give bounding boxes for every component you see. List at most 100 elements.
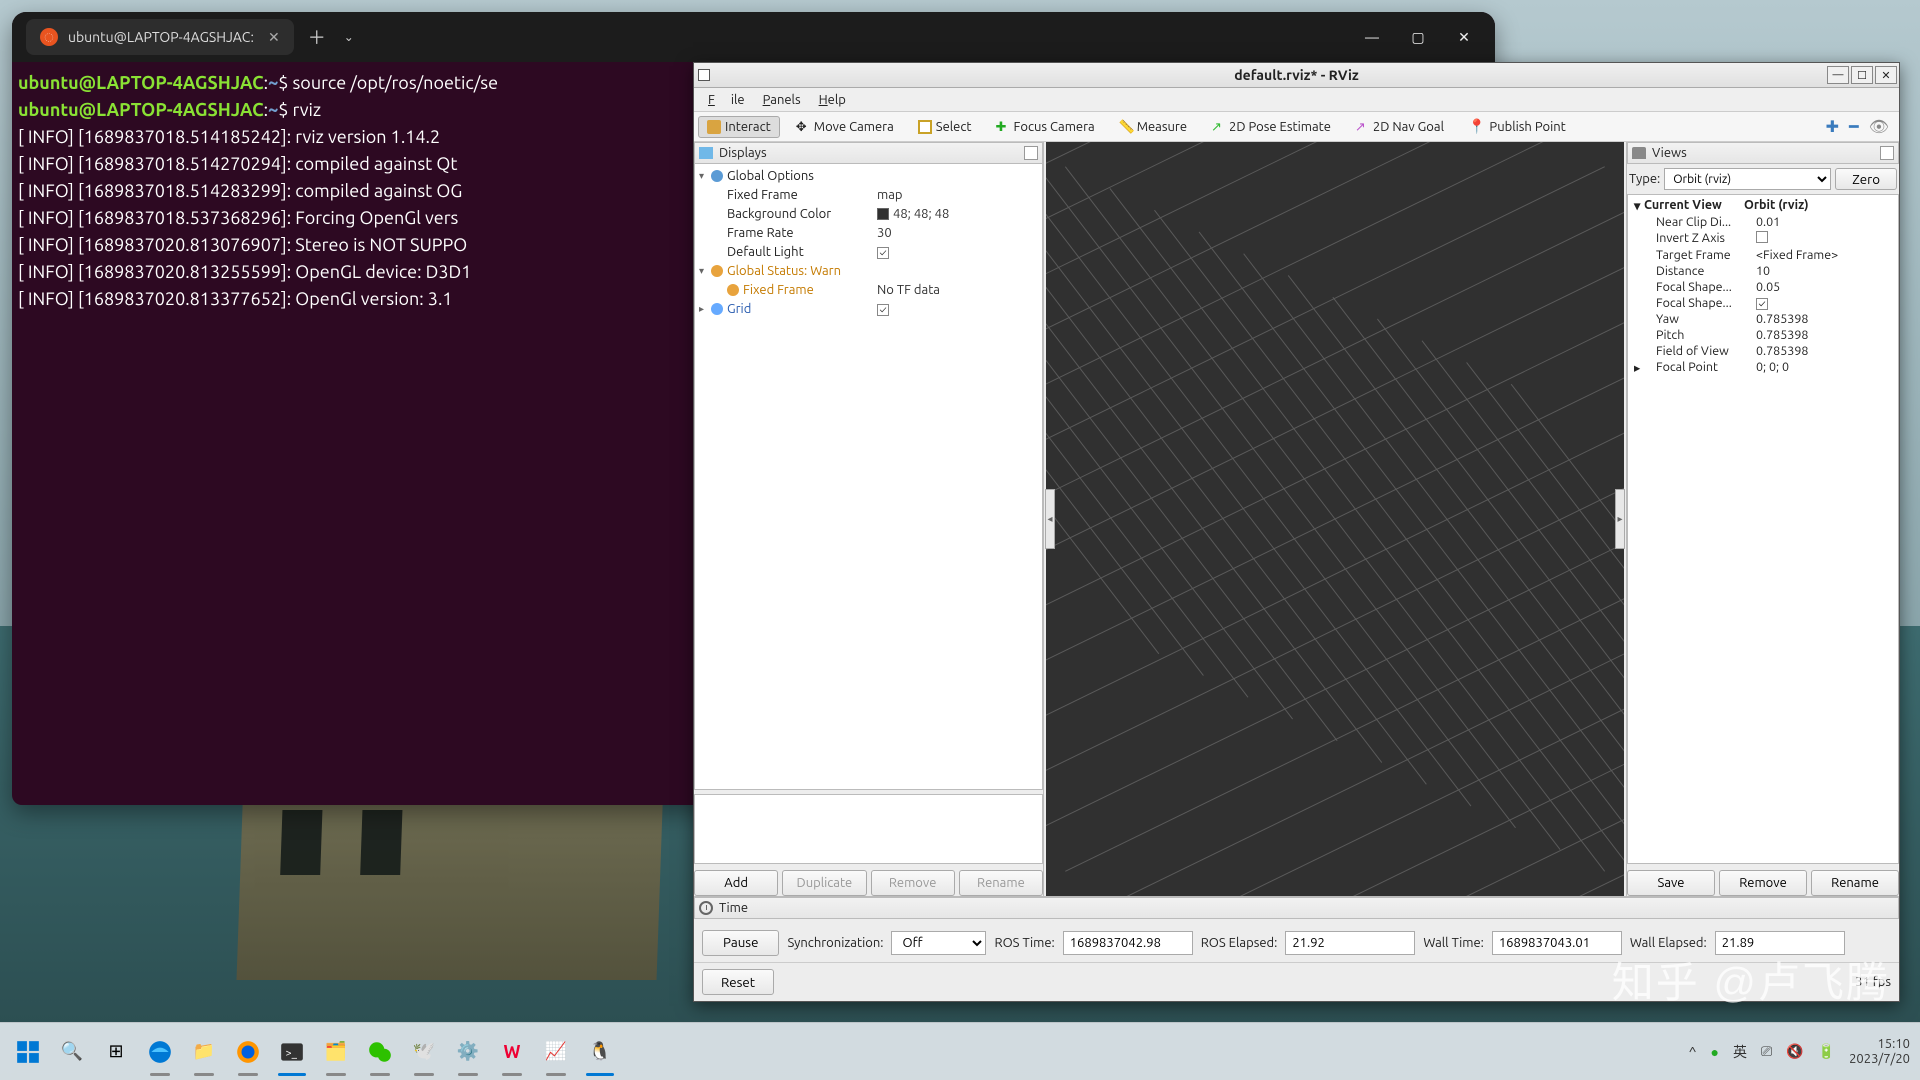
ros-time-field[interactable] (1063, 931, 1193, 955)
rviz-titlebar[interactable]: default.rviz* - RViz — ☐ ✕ (694, 63, 1899, 88)
wall-time-label: Wall Time: (1423, 936, 1484, 950)
collapse-left-icon[interactable]: ◂ (1045, 489, 1055, 549)
tool-select[interactable]: Select (910, 117, 980, 137)
tab-dropdown-icon[interactable]: ⌄ (344, 30, 354, 44)
explorer-icon[interactable]: 📁 (186, 1034, 222, 1070)
remove-button[interactable]: Remove (871, 870, 955, 896)
displays-icon (699, 147, 713, 159)
time-header[interactable]: Time (694, 897, 1899, 919)
views-float-icon[interactable] (1880, 146, 1894, 160)
svg-text:>_: >_ (286, 1047, 298, 1059)
tool-move-camera[interactable]: ✥Move Camera (788, 117, 902, 137)
collapse-right-icon[interactable]: ▸ (1615, 489, 1625, 549)
interact-icon (707, 120, 721, 134)
view-type-select[interactable]: Orbit (rviz) (1664, 168, 1831, 190)
terminal-icon[interactable]: >_ (274, 1034, 310, 1070)
reset-button[interactable]: Reset (702, 969, 774, 995)
new-tab-button[interactable]: ＋ (308, 24, 326, 50)
warn-icon (711, 265, 723, 277)
app-icon-1[interactable]: 🗂️ (318, 1034, 354, 1070)
rviz-toolbar: Interact ✥Move Camera Select ✚Focus Came… (694, 112, 1899, 142)
terminal-tab[interactable]: ◌ ubuntu@LAPTOP-4AGSHJAC: ✕ (26, 19, 294, 55)
minimize-icon[interactable]: — (1363, 29, 1381, 46)
save-button[interactable]: Save (1627, 870, 1715, 896)
terminal-titlebar[interactable]: ◌ ubuntu@LAPTOP-4AGSHJAC: ✕ ＋ ⌄ — ▢ ✕ (12, 12, 1495, 62)
focus-icon: ✚ (996, 120, 1010, 134)
rename-view-button[interactable]: Rename (1811, 870, 1899, 896)
firefox-icon[interactable] (230, 1034, 266, 1070)
tool-2d-nav-goal[interactable]: ↗2D Nav Goal (1347, 117, 1452, 137)
battery-icon[interactable]: 🔋 (1818, 1043, 1835, 1060)
wall-elapsed-label: Wall Elapsed: (1630, 936, 1707, 950)
rviz-app-icon (698, 69, 710, 81)
taskbar-clock[interactable]: 15:10 2023/7/20 (1849, 1037, 1910, 1067)
zero-button[interactable]: Zero (1835, 168, 1897, 190)
move-icon: ✥ (796, 120, 810, 134)
display-description (694, 794, 1043, 864)
minimize-icon[interactable]: — (1827, 66, 1849, 84)
displays-header[interactable]: Displays (694, 142, 1043, 164)
displays-float-icon[interactable] (1024, 146, 1038, 160)
pause-button[interactable]: Pause (702, 930, 779, 956)
displays-panel: Displays ▾Global Options Fixed Framemap … (694, 142, 1044, 896)
tool-interact[interactable]: Interact (698, 116, 780, 138)
select-icon (918, 120, 932, 134)
view-type-label: Type: (1629, 172, 1660, 186)
search-icon[interactable]: 🔍 (54, 1034, 90, 1070)
settings-icon[interactable]: ⚙️ (450, 1034, 486, 1070)
volume-icon[interactable]: 🔇 (1786, 1043, 1803, 1060)
rviz-menubar: File Panels Help (694, 88, 1899, 112)
edge-icon[interactable] (142, 1034, 178, 1070)
nav-icon: ↗ (1355, 120, 1369, 134)
views-header[interactable]: Views (1627, 142, 1899, 164)
views-panel: Views Type: Orbit (rviz) Zero ▾Current V… (1626, 142, 1899, 896)
wall-time-field[interactable] (1492, 931, 1622, 955)
duplicate-button[interactable]: Duplicate (782, 870, 866, 896)
app-icon-2[interactable]: 🕊️ (406, 1034, 442, 1070)
windows-taskbar[interactable]: 🔍 ⊞ 📁 >_ 🗂️ 🕊️ ⚙️ W 📈 🐧 ^ ● 英 ⎚ 🔇 🔋 15:1… (0, 1022, 1920, 1080)
tool-measure[interactable]: 📏Measure (1111, 117, 1195, 137)
sync-select[interactable]: Off (891, 931, 986, 955)
start-button[interactable] (10, 1034, 46, 1070)
views-tree[interactable]: ▾Current ViewOrbit (rviz) Near Clip Di..… (1627, 194, 1899, 864)
rviz-window: default.rviz* - RViz — ☐ ✕ File Panels H… (693, 62, 1900, 1002)
ros-elapsed-label: ROS Elapsed: (1201, 936, 1278, 950)
remove-display-icon[interactable]: ━ (1849, 117, 1859, 136)
menu-panels[interactable]: Panels (755, 91, 809, 109)
globe-icon (711, 170, 723, 182)
rename-button[interactable]: Rename (959, 870, 1043, 896)
clock-icon (699, 901, 713, 915)
rviz-3d-viewport[interactable]: ◂ ▸ (1046, 142, 1624, 896)
ros-elapsed-field[interactable] (1285, 931, 1415, 955)
maximize-icon[interactable]: ▢ (1409, 29, 1427, 46)
tool-focus-camera[interactable]: ✚Focus Camera (988, 117, 1103, 137)
add-display-icon[interactable]: ✚ (1826, 117, 1839, 136)
task-view-icon[interactable]: ⊞ (98, 1034, 134, 1070)
displays-tree[interactable]: ▾Global Options Fixed Framemap Backgroun… (694, 163, 1043, 790)
tray-chevron-icon[interactable]: ^ (1689, 1044, 1697, 1060)
wps-icon[interactable]: W (494, 1034, 530, 1070)
publish-icon: 📍 (1468, 118, 1485, 135)
ros-time-label: ROS Time: (994, 936, 1054, 950)
add-button[interactable]: Add (694, 870, 778, 896)
menu-file[interactable]: File (700, 91, 753, 109)
remove-view-button[interactable]: Remove (1719, 870, 1807, 896)
network-icon[interactable]: ⎚ (1761, 1043, 1772, 1060)
maximize-icon[interactable]: ☐ (1851, 66, 1873, 84)
tab-close-icon[interactable]: ✕ (268, 29, 280, 46)
app-icon-3[interactable]: 📈 (538, 1034, 574, 1070)
rviz-taskbar-icon[interactable]: 🐧 (582, 1034, 618, 1070)
time-panel: Time (694, 896, 1899, 923)
wechat-icon[interactable] (362, 1034, 398, 1070)
close-icon[interactable]: ✕ (1875, 66, 1897, 84)
grid-icon (711, 303, 723, 315)
tray-status-icon[interactable]: ● (1711, 1044, 1719, 1060)
visibility-icon[interactable]: 👁 (1869, 117, 1889, 136)
close-icon[interactable]: ✕ (1455, 29, 1473, 46)
menu-help[interactable]: Help (811, 91, 854, 109)
tool-publish-point[interactable]: 📍Publish Point (1460, 115, 1574, 138)
views-icon (1632, 147, 1646, 159)
terminal-tab-title: ubuntu@LAPTOP-4AGSHJAC: (68, 29, 254, 45)
tool-2d-pose-estimate[interactable]: ↗2D Pose Estimate (1203, 117, 1339, 137)
ime-indicator[interactable]: 英 (1733, 1042, 1747, 1062)
